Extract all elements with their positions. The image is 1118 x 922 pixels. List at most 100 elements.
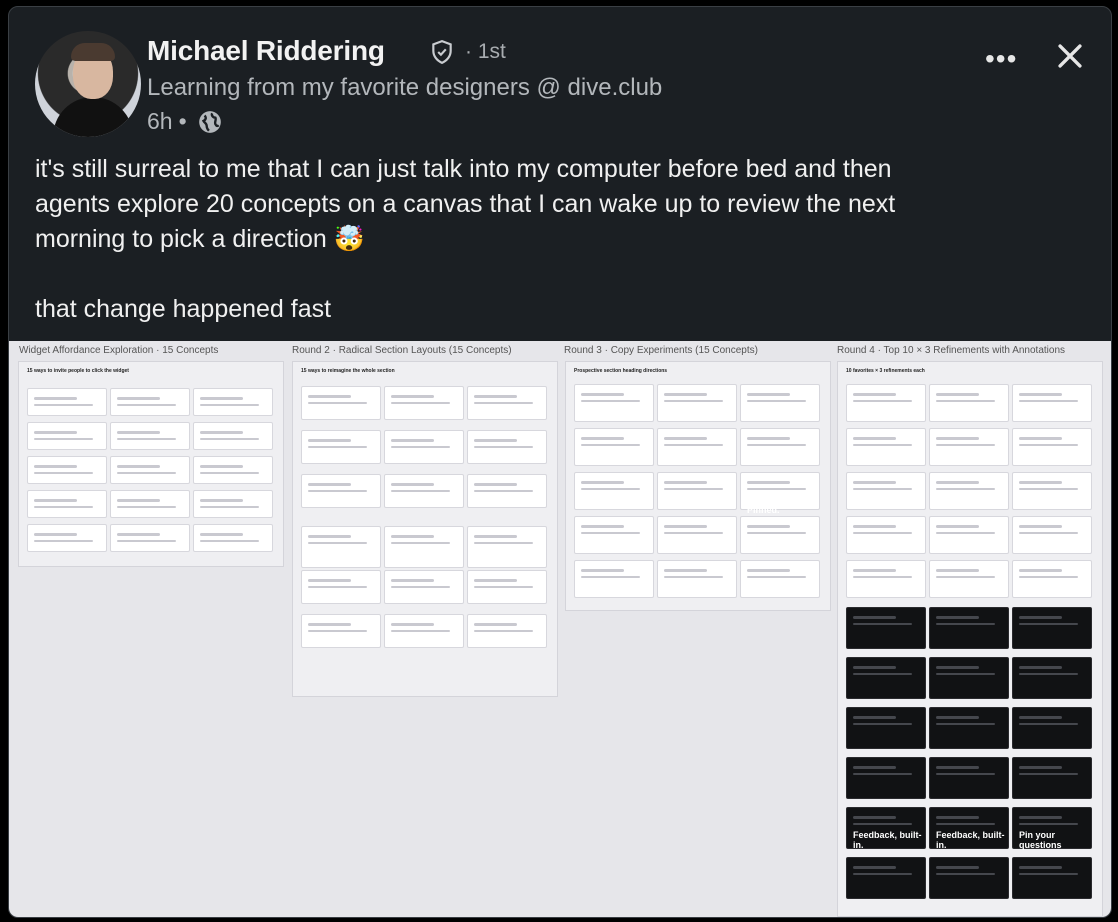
concept-tile — [27, 456, 107, 484]
tile-headline: Feedback, built-in. — [853, 830, 922, 850]
concept-tile — [846, 757, 926, 799]
concept-tile — [929, 857, 1009, 899]
concept-tile — [846, 472, 926, 510]
post-text-line: it's still surreal to me that I can just… — [35, 155, 892, 183]
concept-tile — [301, 570, 381, 604]
concept-tile: Feedback, built-in. — [929, 807, 1009, 850]
concept-tile — [574, 560, 654, 598]
concept-tile — [1012, 384, 1092, 422]
concept-tile — [740, 560, 820, 598]
concept-tile — [846, 657, 926, 699]
concept-tile — [1012, 472, 1092, 510]
concept-tile — [1012, 757, 1092, 799]
concept-tile — [657, 384, 737, 422]
concept-tile — [27, 388, 107, 416]
concept-tile — [110, 456, 190, 484]
concept-tile — [384, 430, 464, 464]
tile-headline: Pin your questions — [1019, 830, 1062, 850]
author-avatar[interactable] — [35, 31, 141, 137]
concept-tile — [110, 388, 190, 416]
concept-tile — [467, 386, 547, 420]
concept-tile — [27, 490, 107, 518]
tile-headline: Feedback, built-in. — [936, 830, 1005, 850]
concept-tile — [574, 472, 654, 510]
round-title: Round 3 · Copy Experiments (15 Concepts) — [564, 345, 758, 356]
more-options-button[interactable]: ••• — [985, 43, 1017, 75]
concept-tile: Feedback, built-in. — [846, 807, 926, 850]
concept-tile — [929, 384, 1009, 422]
concept-tile — [846, 707, 926, 749]
concept-tile — [301, 526, 381, 568]
board-heading: 15 ways to invite people to click the wi… — [27, 368, 129, 374]
concept-tile — [740, 428, 820, 466]
concept-tile — [384, 526, 464, 568]
concept-tile — [110, 422, 190, 450]
concept-board: 15 ways to reimagine the whole section — [292, 361, 558, 697]
round-title: Round 2 · Radical Section Layouts (15 Co… — [292, 345, 512, 356]
concept-tile — [929, 560, 1009, 598]
globe-icon — [198, 110, 221, 133]
concept-tile — [193, 456, 273, 484]
concept-tile — [929, 472, 1009, 510]
concept-tile — [846, 384, 926, 422]
post-modal: Michael Riddering · 1st Learning from my… — [8, 6, 1112, 918]
concept-tile — [193, 422, 273, 450]
concept-tile — [1012, 657, 1092, 699]
concept-tile — [301, 386, 381, 420]
concept-tile — [1012, 516, 1092, 554]
concept-tile — [929, 657, 1009, 699]
canvas-screenshot-image[interactable]: Widget Affordance Exploration · 15 Conce… — [9, 341, 1111, 917]
concept-tile — [193, 524, 273, 552]
concept-tile: Pin your questions — [1012, 807, 1092, 850]
round-title: Round 4 · Top 10 × 3 Refinements with An… — [837, 345, 1066, 356]
connection-degree: · 1st — [465, 40, 506, 63]
concept-tile — [740, 516, 820, 554]
concept-tile — [467, 430, 547, 464]
verified-shield-icon — [432, 40, 452, 65]
concept-tile — [929, 516, 1009, 554]
board-heading: 10 favorites × 3 refinements each — [846, 368, 925, 374]
close-icon[interactable] — [1053, 39, 1087, 73]
concept-tile — [929, 607, 1009, 649]
post-time: 6h — [147, 108, 173, 134]
concept-tile — [846, 516, 926, 554]
concept-tile — [574, 384, 654, 422]
concept-board: 10 favorites × 3 refinements each Feedbac… — [837, 361, 1103, 917]
concept-tile — [384, 386, 464, 420]
post-meta: 6h • — [147, 108, 223, 135]
concept-tile — [574, 516, 654, 554]
concept-tile — [1012, 607, 1092, 649]
concept-tile — [657, 472, 737, 510]
concept-tile — [1012, 707, 1092, 749]
concept-tile — [27, 524, 107, 552]
round-title: Widget Affordance Exploration · 15 Conce… — [19, 345, 219, 356]
concept-tile: Feedback. Pinned. Contextual. — [740, 472, 820, 525]
author-headline: Learning from my favorite designers @ di… — [147, 74, 663, 101]
concept-tile — [384, 614, 464, 648]
concept-tile — [574, 428, 654, 466]
concept-tile — [929, 428, 1009, 466]
post-text-line: agents explore 20 concepts on a canvas t… — [35, 190, 896, 218]
concept-tile — [929, 757, 1009, 799]
concept-tile — [193, 490, 273, 518]
concept-tile — [110, 524, 190, 552]
concept-tile — [384, 570, 464, 604]
concept-tile — [301, 614, 381, 648]
concept-tile — [467, 570, 547, 604]
concept-tile — [27, 422, 107, 450]
concept-tile — [657, 560, 737, 598]
concept-tile — [384, 474, 464, 508]
concept-tile — [1012, 428, 1092, 466]
concept-tile — [740, 384, 820, 422]
concept-tile — [929, 707, 1009, 749]
concept-tile — [846, 560, 926, 598]
concept-board: 15 ways to invite people to click the wi… — [18, 361, 284, 567]
concept-tile — [110, 490, 190, 518]
author-name[interactable]: Michael Riddering — [147, 35, 385, 67]
post-text-line: that change happened fast — [35, 295, 332, 323]
board-heading: Prospective section heading directions — [574, 368, 668, 374]
post-body: it's still surreal to me that I can just… — [35, 152, 1075, 327]
concept-tile — [467, 474, 547, 508]
concept-tile — [846, 428, 926, 466]
concept-tile — [467, 526, 547, 568]
